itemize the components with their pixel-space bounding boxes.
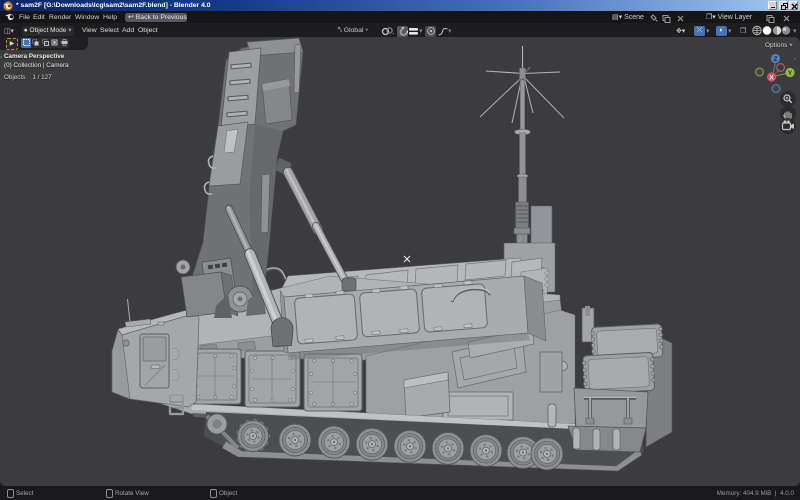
svg-text:Z: Z: [774, 56, 778, 63]
svg-text:Y: Y: [788, 70, 793, 77]
svg-text:X: X: [769, 75, 774, 82]
